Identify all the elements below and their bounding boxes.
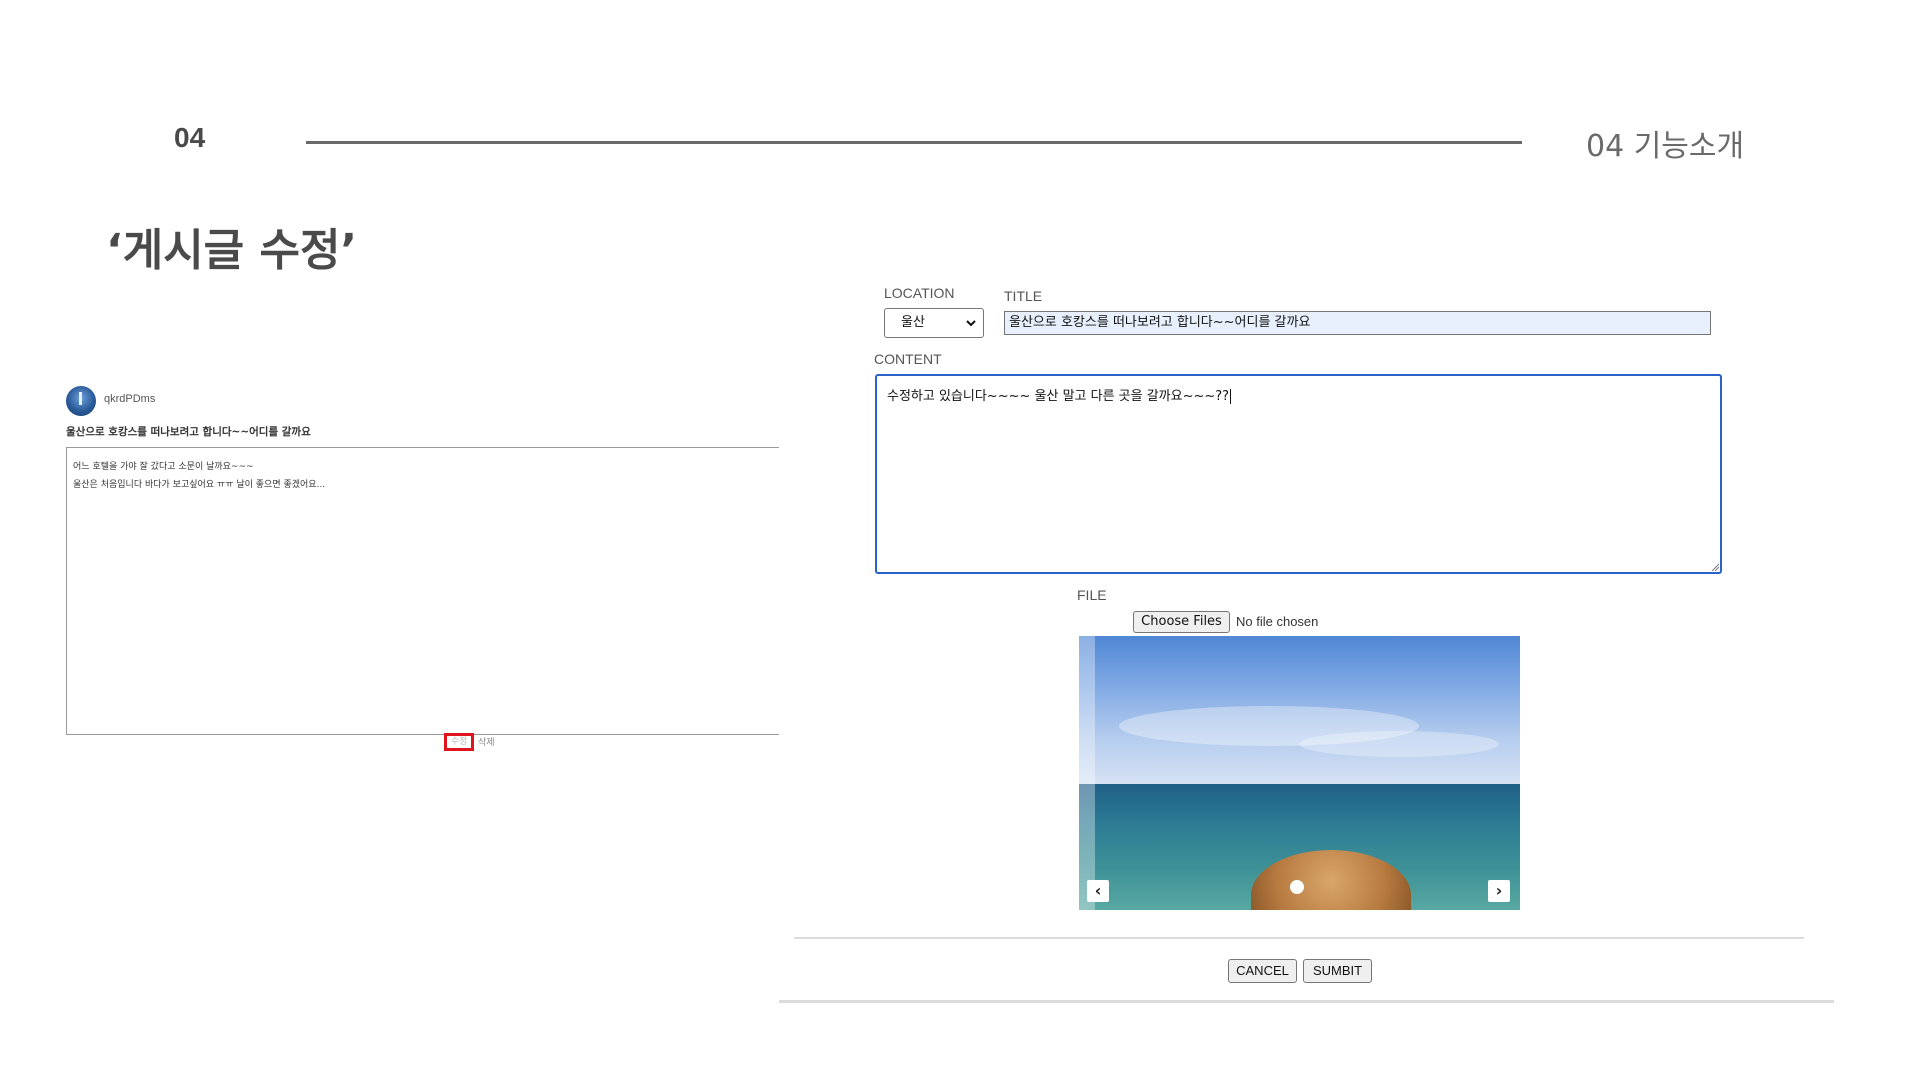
location-select-value: 울산	[901, 315, 925, 330]
post-title: 울산으로 호캉스를 떠나보려고 합니다~~어디를 갈까요	[66, 426, 311, 438]
submit-button[interactable]: SUMBIT	[1303, 959, 1372, 983]
location-label: LOCATION	[884, 285, 955, 301]
carousel-indicator-dot[interactable]	[1290, 880, 1304, 894]
content-textarea[interactable]: 수정하고 있습니다~~~~ 울산 말고 다른 곳을 갈까요~~~??​	[875, 374, 1722, 574]
chevron-down-icon	[966, 320, 976, 327]
slide-title: ‘게시글 수정’	[106, 225, 358, 276]
form-divider	[794, 937, 1804, 939]
header-divider	[306, 141, 1522, 144]
edit-link[interactable]: 수정	[444, 733, 474, 751]
file-label: FILE	[1077, 587, 1107, 603]
username[interactable]: qkrdPDms	[104, 393, 155, 405]
post-content-box	[66, 447, 779, 735]
post-content-line: 울산은 처음입니다 바다가 보고싶어요 ㅠㅠ 날이 좋으면 좋겠어요...	[73, 480, 326, 490]
title-label: TITLE	[1004, 288, 1043, 304]
resize-handle-icon[interactable]	[1711, 563, 1719, 571]
avatar-figure-icon	[79, 392, 82, 405]
file-status: No file chosen	[1236, 614, 1319, 629]
content-text: 수정하고 있습니다~~~~ 울산 말고 다른 곳을 갈까요~~~??	[887, 389, 1230, 404]
choose-files-button[interactable]: Choose Files	[1133, 611, 1230, 633]
carousel-edge-fade	[1079, 636, 1095, 910]
cloud-shape	[1299, 731, 1499, 757]
carousel-next-icon[interactable]: ›	[1488, 880, 1510, 902]
slide-number: 04	[174, 122, 206, 153]
location-select[interactable]: 울산	[884, 308, 984, 338]
form-bottom-divider	[779, 1000, 1834, 1003]
title-input[interactable]: 울산으로 호캉스를 떠나보려고 합니다~~어디를 갈까요	[1004, 311, 1711, 335]
carousel-image-sky	[1079, 636, 1520, 784]
image-carousel: ‹ ›	[1079, 636, 1520, 910]
section-label: 04 기능소개	[1586, 129, 1745, 164]
delete-link[interactable]: 삭제	[478, 735, 495, 748]
carousel-prev-icon[interactable]: ‹	[1087, 880, 1109, 902]
text-cursor: ​	[1230, 389, 1232, 404]
cancel-button[interactable]: CANCEL	[1228, 959, 1297, 983]
content-label: CONTENT	[874, 351, 942, 367]
post-content-line: 어느 호텔을 가야 잘 갔다고 소문이 날까요~~~	[73, 462, 254, 472]
